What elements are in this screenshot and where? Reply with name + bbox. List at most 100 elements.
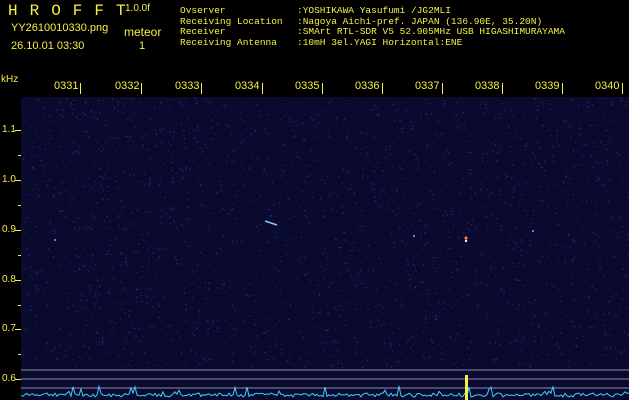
noise-pixel — [248, 295, 250, 297]
noise-pixel — [345, 267, 348, 269]
noise-pixel — [69, 347, 71, 349]
noise-pixel — [467, 345, 469, 347]
noise-pixel — [23, 120, 25, 123]
noise-pixel — [572, 293, 574, 295]
noise-pixel — [201, 356, 203, 358]
noise-pixel — [478, 224, 480, 226]
noise-pixel — [251, 255, 253, 257]
noise-pixel — [585, 144, 587, 146]
noise-pixel — [229, 336, 231, 338]
noise-pixel — [157, 355, 159, 358]
noise-pixel — [102, 148, 104, 150]
noise-pixel — [124, 341, 126, 343]
noise-pixel — [458, 237, 460, 239]
noise-pixel — [474, 130, 476, 132]
noise-pixel — [546, 216, 548, 218]
noise-pixel — [129, 311, 131, 313]
noise-pixel — [522, 303, 524, 305]
noise-pixel — [274, 215, 277, 217]
noise-pixel — [424, 232, 426, 234]
noise-pixel — [178, 319, 180, 321]
noise-pixel — [72, 170, 75, 172]
noise-pixel — [304, 181, 306, 183]
noise-pixel — [203, 358, 205, 360]
noise-pixel — [568, 360, 570, 362]
noise-pixel — [170, 189, 172, 191]
noise-pixel — [188, 132, 190, 135]
noise-pixel — [475, 228, 477, 230]
noise-pixel — [449, 242, 451, 244]
noise-pixel — [503, 267, 505, 269]
noise-pixel — [549, 273, 551, 275]
noise-pixel — [623, 187, 625, 189]
noise-pixel — [441, 133, 443, 135]
noise-pixel — [365, 152, 367, 155]
noise-pixel — [406, 270, 408, 272]
noise-pixel — [321, 179, 324, 181]
noise-pixel — [58, 265, 60, 267]
noise-pixel — [59, 102, 61, 104]
noise-pixel — [413, 200, 415, 202]
noise-pixel — [196, 101, 198, 103]
noise-pixel — [596, 119, 598, 122]
noise-pixel — [540, 342, 543, 344]
noise-pixel — [31, 311, 33, 314]
noise-pixel — [343, 349, 345, 351]
noise-pixel — [605, 335, 607, 337]
noise-pixel — [514, 188, 516, 190]
noise-pixel — [21, 176, 23, 178]
noise-pixel — [342, 232, 344, 234]
noise-pixel — [595, 180, 597, 182]
noise-pixel — [336, 211, 338, 213]
noise-pixel — [184, 97, 186, 99]
noise-pixel — [300, 159, 302, 161]
noise-pixel — [345, 301, 347, 303]
noise-pixel — [348, 171, 350, 173]
noise-pixel — [590, 362, 592, 364]
noise-pixel — [579, 195, 581, 197]
noise-pixel — [433, 267, 435, 269]
noise-pixel — [508, 112, 511, 114]
noise-pixel — [389, 337, 391, 339]
noise-pixel — [584, 110, 586, 112]
noise-pixel — [195, 140, 197, 142]
noise-pixel — [171, 169, 173, 171]
noise-pixel — [123, 287, 125, 289]
noise-pixel — [162, 296, 164, 298]
noise-pixel — [619, 124, 621, 126]
noise-pixel — [110, 343, 112, 345]
noise-pixel — [254, 144, 256, 146]
noise-pixel — [200, 129, 202, 131]
noise-pixel — [312, 311, 314, 313]
noise-pixel — [204, 255, 206, 257]
noise-pixel — [110, 253, 112, 256]
echo-dot — [532, 230, 534, 232]
noise-pixel — [263, 303, 265, 305]
noise-pixel — [73, 320, 75, 322]
noise-pixel — [570, 221, 572, 224]
noise-pixel — [593, 124, 595, 126]
noise-pixel — [611, 296, 613, 298]
noise-pixel — [108, 250, 110, 252]
noise-pixel — [253, 216, 255, 218]
noise-pixel — [333, 201, 336, 203]
noise-pixel — [135, 126, 137, 128]
noise-pixel — [212, 323, 214, 325]
noise-pixel — [44, 327, 46, 329]
noise-pixel — [98, 99, 100, 102]
noise-pixel — [119, 319, 121, 321]
noise-pixel — [483, 112, 485, 114]
noise-pixel — [365, 125, 367, 127]
noise-pixel — [144, 229, 146, 231]
noise-pixel — [192, 332, 194, 334]
noise-pixel — [61, 129, 63, 131]
noise-pixel — [468, 293, 470, 295]
noise-pixel — [35, 225, 37, 227]
noise-pixel — [280, 294, 282, 296]
noise-pixel — [493, 325, 495, 327]
noise-pixel — [393, 272, 395, 275]
noise-pixel — [22, 351, 24, 353]
noise-pixel — [525, 145, 527, 147]
noise-pixel — [51, 327, 53, 329]
noise-pixel — [582, 209, 584, 211]
